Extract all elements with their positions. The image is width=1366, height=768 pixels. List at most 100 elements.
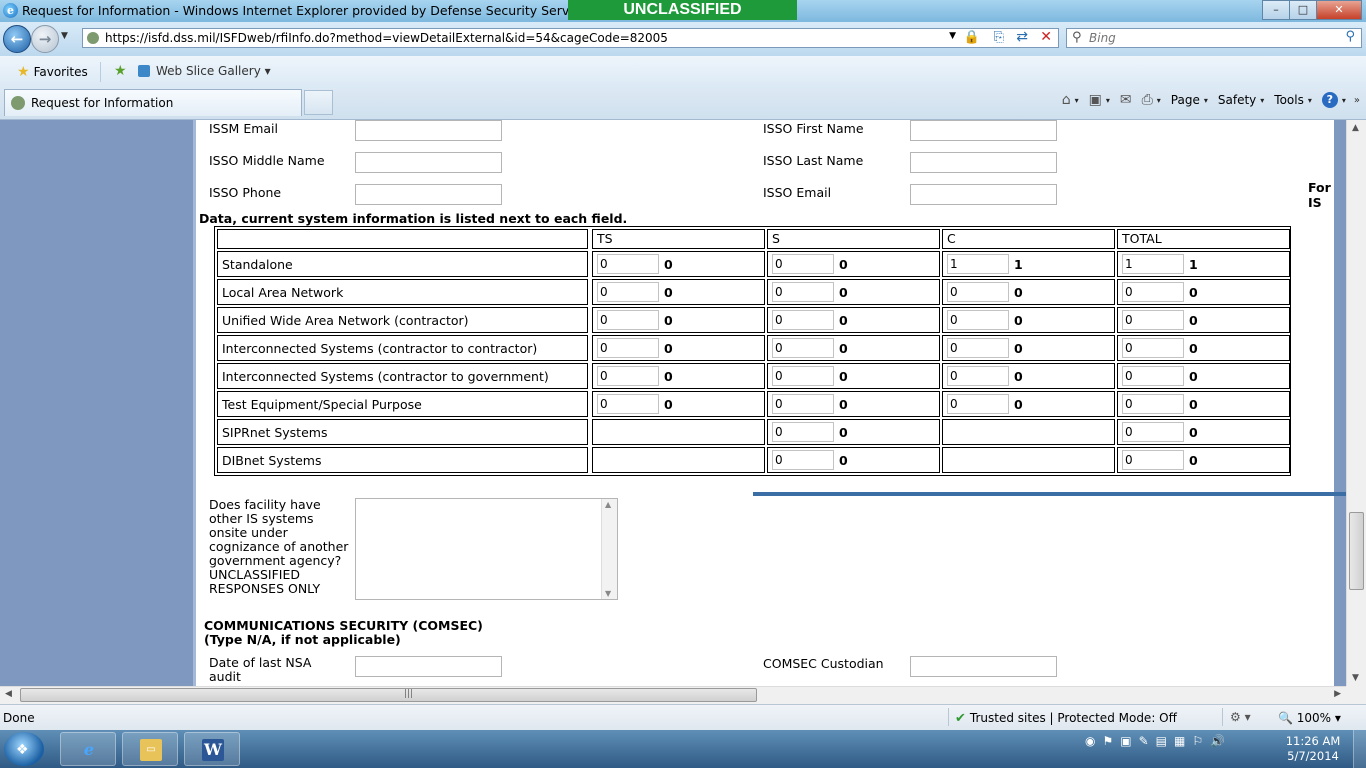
count-input[interactable] — [772, 310, 834, 330]
textarea-scroll-down-icon[interactable]: ▼ — [605, 589, 611, 598]
maximize-button[interactable]: □ — [1289, 0, 1317, 20]
print-dropdown-icon[interactable]: ▾ — [1157, 96, 1161, 105]
count-input[interactable] — [772, 394, 834, 414]
search-go-icon[interactable]: ⚲ — [1345, 29, 1355, 44]
help-menu[interactable]: ? ▾ — [1321, 92, 1346, 108]
tray-icon-7[interactable]: 🔊 — [1210, 734, 1225, 748]
back-button[interactable]: ← — [3, 25, 31, 53]
comsec-custodian-field[interactable] — [910, 656, 1057, 677]
stop-icon[interactable]: ✕ — [1040, 29, 1052, 45]
minimize-button[interactable]: – — [1262, 0, 1290, 20]
forward-button[interactable]: → — [31, 25, 59, 53]
isso-email-field[interactable] — [910, 184, 1057, 205]
taskbar-word-button[interactable]: W — [184, 732, 240, 766]
count-input[interactable] — [772, 422, 834, 442]
taskbar-ie-button[interactable]: e — [60, 732, 116, 766]
tray-icon-3[interactable]: ✎ — [1139, 734, 1149, 748]
address-bar[interactable]: https://isfd.dss.mil/ISFDweb/rfiInfo.do?… — [82, 28, 1059, 48]
count-input[interactable] — [597, 394, 659, 414]
feeds-dropdown-icon[interactable]: ▾ — [1106, 96, 1110, 105]
textarea-scrollbar[interactable]: ▲ ▼ — [601, 499, 617, 599]
count-input[interactable] — [772, 366, 834, 386]
count-input[interactable] — [1122, 310, 1184, 330]
refresh-icon[interactable]: ⇄ — [1016, 29, 1028, 45]
security-lock-icon[interactable]: 🔒 — [964, 30, 980, 45]
count-input[interactable] — [597, 338, 659, 358]
tools-menu[interactable]: Tools ▾ — [1274, 93, 1312, 107]
count-input[interactable] — [597, 254, 659, 274]
nsa-audit-date-field[interactable] — [355, 656, 502, 677]
scroll-right-icon[interactable]: ▶ — [1334, 689, 1341, 699]
issm-email-field[interactable] — [355, 120, 502, 141]
tray-icon-2[interactable]: ▣ — [1120, 734, 1131, 748]
isso-middle-name-field[interactable] — [355, 152, 502, 173]
tray-icon-1[interactable]: ⚑ — [1102, 734, 1113, 748]
count-input[interactable] — [1122, 422, 1184, 442]
count-input[interactable] — [597, 310, 659, 330]
count-input[interactable] — [1122, 338, 1184, 358]
horizontal-scrollbar[interactable]: ◀ ||| ▶ — [0, 686, 1346, 704]
textarea-scroll-up-icon[interactable]: ▲ — [605, 500, 611, 509]
read-mail-button[interactable]: ✉ — [1120, 92, 1132, 108]
new-tab-button[interactable] — [304, 90, 333, 115]
count-input[interactable] — [1122, 282, 1184, 302]
count-input[interactable] — [947, 338, 1009, 358]
count-input[interactable] — [947, 366, 1009, 386]
count-input[interactable] — [772, 338, 834, 358]
feeds-button[interactable]: ▣ ▾ — [1089, 92, 1110, 108]
address-url[interactable]: https://isfd.dss.mil/ISFDweb/rfiInfo.do?… — [105, 31, 668, 45]
scroll-up-icon[interactable]: ▲ — [1352, 123, 1359, 133]
isso-first-name-field[interactable] — [910, 120, 1057, 141]
count-input[interactable] — [1122, 254, 1184, 274]
page-menu[interactable]: Page ▾ — [1171, 93, 1208, 107]
add-to-favorites-icon[interactable]: ★ — [114, 63, 127, 79]
web-slice-gallery-link[interactable]: Web Slice Gallery ▾ — [138, 64, 271, 78]
status-settings-icon[interactable]: ⚙ ▾ — [1230, 710, 1251, 724]
home-button[interactable]: ⌂ ▾ — [1062, 92, 1079, 108]
count-input[interactable] — [1122, 394, 1184, 414]
scroll-left-icon[interactable]: ◀ — [5, 689, 12, 699]
tab-request-for-information[interactable]: Request for Information — [4, 89, 302, 116]
taskbar-explorer-button[interactable]: ▭ — [122, 732, 178, 766]
vertical-scrollbar[interactable]: ▲ ▼ — [1346, 120, 1366, 686]
compatibility-view-icon[interactable]: ⎘ — [994, 30, 1004, 45]
home-dropdown-icon[interactable]: ▾ — [1075, 96, 1079, 105]
favorites-button[interactable]: ★ Favorites — [17, 64, 88, 80]
safety-menu[interactable]: Safety ▾ — [1218, 93, 1264, 107]
show-desktop-button[interactable] — [1353, 730, 1366, 768]
close-button[interactable]: ✕ — [1316, 0, 1362, 20]
count-input[interactable] — [1122, 450, 1184, 470]
count-input[interactable] — [772, 254, 834, 274]
system-clock[interactable]: 11:26 AM 5/7/2014 — [1282, 734, 1344, 764]
tray-icon-5[interactable]: ▦ — [1174, 734, 1185, 748]
isso-phone-field[interactable] — [355, 184, 502, 205]
count-input[interactable] — [947, 254, 1009, 274]
isso-last-name-field[interactable] — [910, 152, 1057, 173]
search-input[interactable] — [1089, 31, 1329, 45]
search-box[interactable]: ⚲ ⚲ — [1066, 28, 1362, 48]
tray-icon-6[interactable]: ⚐ — [1192, 734, 1203, 748]
count-input[interactable] — [947, 394, 1009, 414]
tray-icon-4[interactable]: ▤ — [1156, 734, 1167, 748]
count-input[interactable] — [947, 310, 1009, 330]
count-input[interactable] — [772, 282, 834, 302]
command-bar-overflow-icon[interactable]: » — [1354, 95, 1360, 106]
zoom-dropdown-icon[interactable]: ▾ — [1335, 711, 1341, 725]
vertical-scroll-thumb[interactable] — [1349, 512, 1364, 590]
tray-icon-0[interactable]: ◉ — [1085, 734, 1095, 748]
count-input[interactable] — [1122, 366, 1184, 386]
count-input[interactable] — [597, 366, 659, 386]
start-button[interactable]: ❖ — [4, 732, 44, 766]
security-zone[interactable]: ✔ Trusted sites | Protected Mode: Off — [955, 711, 1177, 726]
scroll-down-icon[interactable]: ▼ — [1352, 673, 1359, 683]
count-input[interactable] — [597, 282, 659, 302]
web-slice-dropdown-icon[interactable]: ▾ — [265, 64, 271, 78]
horizontal-scroll-thumb[interactable]: ||| — [20, 688, 757, 702]
ie-app-icon[interactable]: e — [3, 3, 18, 18]
zoom-level[interactable]: 🔍 100% ▾ — [1278, 711, 1341, 725]
count-input[interactable] — [772, 450, 834, 470]
print-button[interactable]: ⎙ ▾ — [1142, 92, 1161, 108]
address-dropdown-icon[interactable]: ▼ — [949, 31, 956, 41]
other-is-systems-textarea[interactable]: ▲ ▼ — [355, 498, 618, 600]
recent-pages-dropdown[interactable]: ▼ — [61, 31, 68, 41]
